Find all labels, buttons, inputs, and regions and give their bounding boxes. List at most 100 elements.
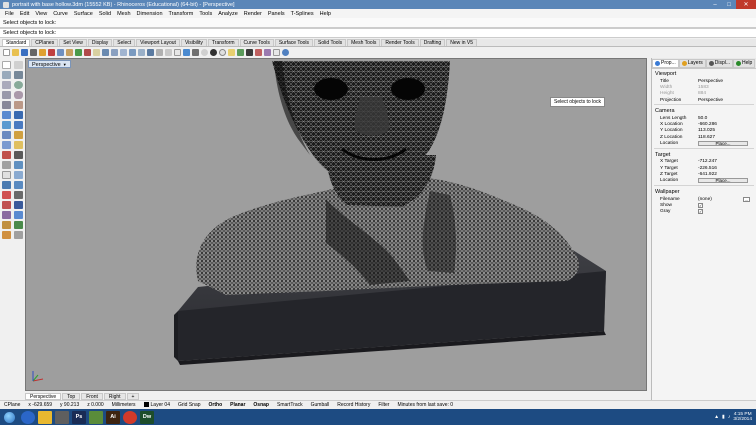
projection-select[interactable]: Perspective [698, 98, 756, 103]
z-target-field[interactable]: -641.922 [698, 172, 756, 177]
mirror-icon[interactable] [2, 191, 11, 199]
command-prompt-input[interactable]: Select objects to lock: [0, 28, 756, 38]
ghosted-icon[interactable] [210, 49, 217, 56]
cplane-icon[interactable] [165, 49, 172, 56]
browse-button[interactable]: ... [743, 196, 750, 202]
minimize-button[interactable]: – [708, 0, 722, 9]
photoshop-icon[interactable]: Ps [72, 410, 86, 424]
ie-icon[interactable] [21, 410, 35, 424]
menu-curve[interactable]: Curve [50, 11, 71, 17]
tab-drafting[interactable]: Drafting [419, 39, 446, 46]
curve-icon[interactable] [2, 81, 11, 89]
import-icon[interactable] [39, 49, 46, 56]
x-target-field[interactable]: -712.247 [698, 159, 756, 164]
group-icon[interactable] [2, 221, 11, 229]
current-layer[interactable]: Layer 04 [140, 402, 174, 408]
fillet-icon[interactable] [14, 141, 23, 149]
zoom-selected-icon[interactable] [138, 49, 145, 56]
camera-place-button[interactable]: Place... [698, 140, 748, 147]
menu-view[interactable]: View [32, 11, 50, 17]
rotate-view-icon[interactable] [102, 49, 109, 56]
planar-toggle[interactable]: Planar [226, 402, 249, 408]
x-location-field[interactable]: -660.286 [698, 122, 756, 127]
close-button[interactable]: ✕ [736, 0, 756, 9]
cplane-label[interactable]: CPlane [0, 402, 24, 408]
clock[interactable]: 4:15 PM 3/2/2014 [733, 412, 752, 423]
start-button[interactable] [0, 409, 18, 425]
show-checkbox[interactable]: ✓ [698, 202, 703, 208]
tab-right[interactable]: Right [103, 392, 126, 400]
select-icon[interactable] [174, 49, 181, 56]
properties-toolbar-icon[interactable] [246, 49, 253, 56]
help-toolbar-icon[interactable] [282, 49, 289, 56]
select-arrow-icon[interactable] [2, 61, 11, 69]
z-location-field[interactable]: 118.627 [698, 135, 756, 140]
tab-perspective[interactable]: Perspective [25, 392, 62, 400]
osnap-toggle[interactable]: Osnap [249, 402, 273, 408]
tab-surface-tools[interactable]: Surface Tools [274, 39, 314, 46]
undo-view-icon[interactable] [147, 49, 154, 56]
menu-render[interactable]: Render [241, 11, 265, 17]
units-display[interactable]: Millimeters [108, 402, 140, 408]
chrome-icon[interactable] [123, 410, 137, 424]
filename-field[interactable]: (none) [698, 197, 743, 202]
tab-set-view[interactable]: Set View [59, 39, 87, 46]
smarttrack-toggle[interactable]: SmartTrack [273, 402, 307, 408]
explode-icon[interactable] [14, 161, 23, 169]
copy-icon[interactable] [57, 49, 64, 56]
tab-new-in-v5[interactable]: New in V5 [446, 39, 478, 46]
rectangle-icon[interactable] [2, 101, 11, 109]
target-place-button[interactable]: Place... [698, 177, 748, 184]
menu-edit[interactable]: Edit [17, 11, 32, 17]
title-field[interactable]: Perspective [698, 79, 756, 84]
menu-solid[interactable]: Solid [96, 11, 114, 17]
undo-icon[interactable] [75, 49, 82, 56]
box-icon[interactable] [2, 121, 11, 129]
rhino-icon[interactable] [55, 410, 69, 424]
polyline-icon[interactable] [14, 71, 23, 79]
select-points-icon[interactable] [14, 61, 23, 69]
tab-cplanes[interactable]: CPlanes [31, 39, 59, 46]
gray-checkbox[interactable]: ✓ [698, 209, 703, 215]
menu-help[interactable]: Help [317, 11, 334, 17]
tab-curve-tools[interactable]: Curve Tools [239, 39, 274, 46]
four-view-icon[interactable] [156, 49, 163, 56]
check-icon[interactable] [14, 221, 23, 229]
dreamweaver-icon[interactable]: Dw [140, 410, 154, 424]
extrude-icon[interactable] [14, 111, 23, 119]
tab-render-tools[interactable]: Render Tools [381, 39, 419, 46]
light-icon[interactable] [228, 49, 235, 56]
print-icon[interactable] [30, 49, 37, 56]
rotate-icon[interactable] [2, 181, 11, 189]
menu-mesh[interactable]: Mesh [114, 11, 133, 17]
xray-icon[interactable] [219, 49, 226, 56]
arc-icon[interactable] [2, 91, 11, 99]
lens-field[interactable]: 50.0 [698, 116, 756, 121]
move-icon[interactable] [2, 171, 11, 179]
save-icon[interactable] [21, 49, 28, 56]
ellipse-icon[interactable] [14, 91, 23, 99]
render-icon[interactable] [264, 49, 271, 56]
tab-properties[interactable]: Prop... [652, 58, 679, 68]
analyze-icon[interactable] [14, 201, 23, 209]
folder-icon[interactable] [38, 410, 52, 424]
filter-toggle[interactable]: Filter [374, 402, 393, 408]
tab-viewport-layout[interactable]: Viewport Layout [136, 39, 180, 46]
record-history-toggle[interactable]: Record History [333, 402, 374, 408]
new-file-icon[interactable] [3, 49, 10, 56]
text-icon[interactable] [14, 131, 23, 139]
redo-icon[interactable] [84, 49, 91, 56]
menu-panels[interactable]: Panels [265, 11, 288, 17]
more-tools-icon[interactable] [14, 231, 23, 239]
layer-icon[interactable] [237, 49, 244, 56]
rendered-icon[interactable] [201, 49, 208, 56]
maximize-button[interactable]: □ [722, 0, 736, 9]
app-icon[interactable] [89, 410, 103, 424]
tab-mesh-tools[interactable]: Mesh Tools [347, 39, 381, 46]
sphere-icon[interactable] [14, 121, 23, 129]
y-location-field[interactable]: 113.025 [698, 128, 756, 133]
menu-tools[interactable]: Tools [196, 11, 215, 17]
hide-icon[interactable] [2, 211, 11, 219]
join-icon[interactable] [2, 161, 11, 169]
mesh-icon[interactable] [2, 131, 11, 139]
